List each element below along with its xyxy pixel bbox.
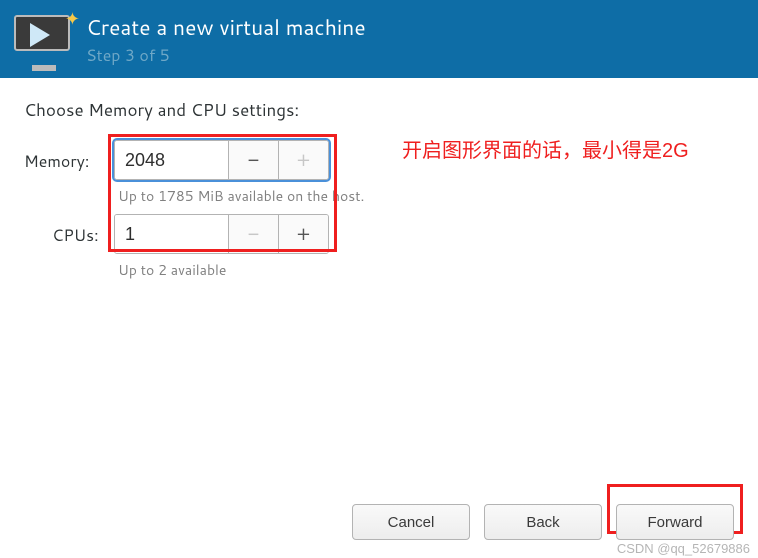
cpus-input[interactable] — [115, 215, 228, 253]
memory-hint: Up to 1785 MiB available on the host. — [118, 186, 364, 206]
memory-row: Memory: − + Up to 1785 MiB available on … — [24, 140, 734, 206]
wizard-step: Step 3 of 5 — [86, 44, 744, 67]
wizard-body: Choose Memory and CPU settings: Memory: … — [0, 78, 758, 280]
memory-stepper[interactable]: − + — [114, 140, 329, 180]
wizard-header: ✦ Create a new virtual machine Step 3 of… — [0, 0, 758, 78]
cpus-stepper[interactable]: − + — [114, 214, 329, 254]
back-button[interactable]: Back — [484, 504, 602, 540]
cpus-hint: Up to 2 available — [118, 260, 329, 280]
forward-button[interactable]: Forward — [616, 504, 734, 540]
memory-input[interactable] — [115, 141, 228, 179]
cpus-label: CPUs: — [24, 214, 114, 247]
cpus-decrement-button[interactable]: − — [228, 215, 278, 253]
memory-increment-button[interactable]: + — [278, 141, 328, 179]
cpus-row: CPUs: − + Up to 2 available — [24, 214, 734, 280]
memory-decrement-button[interactable]: − — [228, 141, 278, 179]
cancel-button[interactable]: Cancel — [352, 504, 470, 540]
watermark: CSDN @qq_52679886 — [617, 541, 750, 556]
header-text: Create a new virtual machine Step 3 of 5 — [86, 12, 744, 67]
cpus-increment-button[interactable]: + — [278, 215, 328, 253]
wizard-title: Create a new virtual machine — [86, 12, 744, 42]
section-heading: Choose Memory and CPU settings: — [24, 98, 734, 122]
vm-monitor-icon: ✦ — [14, 15, 72, 63]
wizard-footer: Cancel Back Forward — [352, 504, 734, 540]
memory-label: Memory: — [24, 140, 114, 173]
